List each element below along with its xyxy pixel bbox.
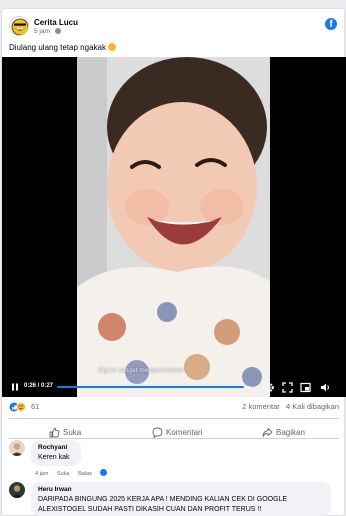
pause-icon[interactable] — [10, 382, 20, 392]
divider — [9, 418, 339, 419]
comment-count[interactable]: 2 komentar — [242, 402, 280, 411]
post-meta: 5 jam — [34, 28, 61, 35]
comment-label: Komentari — [166, 428, 203, 437]
commenter-name[interactable]: Rochyani — [38, 444, 74, 451]
comment-text: DARIPADA BINGUNG 2025 KERJA APA ! MENDIN… — [38, 496, 288, 513]
volume-icon[interactable] — [320, 382, 331, 393]
caption-text: Diulang ulang tetap ngakak — [9, 43, 106, 52]
fullscreen-icon[interactable] — [282, 382, 293, 393]
settings-gear-icon[interactable] — [264, 382, 275, 393]
share-label: Bagikan — [276, 428, 305, 437]
avatar-photo-icon — [9, 440, 25, 456]
comment-reply-link[interactable]: Balas — [78, 471, 92, 477]
video-player[interactable]: Dig ini sangat memperkukuan 0:26 / 0:27 — [2, 57, 346, 397]
video-watermark-text: Dig ini sangat memperkukuan — [98, 367, 184, 374]
smiley-logo-icon — [11, 18, 28, 35]
thumbs-up-icon — [49, 427, 60, 438]
commenter-avatar[interactable] — [9, 440, 25, 456]
like-label: Suka — [63, 428, 82, 437]
reaction-emojis-icon[interactable] — [9, 402, 27, 412]
comment-time[interactable]: 4 jam — [35, 471, 48, 477]
share-arrow-icon — [262, 428, 273, 437]
reaction-count[interactable]: 61 — [31, 402, 39, 411]
page-name[interactable]: Cerita Lucu — [34, 18, 78, 27]
post-stats: 2 komentar 4 Kali dibagikan — [242, 402, 339, 411]
rofl-emoji-icon — [107, 43, 116, 51]
video-progress-bar[interactable] — [57, 386, 252, 388]
video-frame[interactable] — [77, 57, 270, 397]
comment-icon — [152, 427, 163, 438]
post-header: Cerita Lucu 5 jam f — [2, 9, 344, 37]
post-time[interactable]: 5 jam — [34, 28, 50, 35]
page-avatar[interactable] — [9, 16, 29, 36]
divider — [9, 438, 339, 439]
comment-like-link[interactable]: Suka — [57, 471, 70, 477]
post-card: Cerita Lucu 5 jam f Diulang ulang tetap … — [1, 8, 346, 516]
baby-video-still — [77, 57, 270, 397]
comment-bubble: Heru Irwan DARIPADA BINGUNG 2025 KERJA A… — [31, 482, 331, 516]
commenter-avatar[interactable] — [9, 482, 25, 498]
commenter-name[interactable]: Heru Irwan — [38, 486, 324, 493]
comment-bubble: Rochyani Keren kak — [31, 440, 81, 466]
video-controls: 0:26 / 0:27 — [2, 377, 346, 397]
reactions-bar: 61 2 komentar 4 Kali dibagikan — [9, 401, 339, 413]
like-badge-icon — [100, 469, 108, 476]
video-progress-fill — [57, 386, 245, 388]
comment-text: Keren kak — [38, 454, 70, 461]
comment-meta: 4 jam Suka Balas — [35, 469, 114, 477]
comment-item: Heru Irwan DARIPADA BINGUNG 2025 KERJA A… — [9, 482, 339, 516]
post-caption: Diulang ulang tetap ngakak — [9, 43, 116, 52]
globe-icon — [54, 28, 61, 35]
avatar-photo-icon — [9, 482, 25, 498]
video-time: 0:26 / 0:27 — [24, 383, 54, 389]
facebook-logo-icon: f — [325, 18, 337, 30]
picture-in-picture-icon[interactable] — [300, 382, 311, 393]
share-count[interactable]: 4 Kali dibagikan — [286, 402, 339, 411]
